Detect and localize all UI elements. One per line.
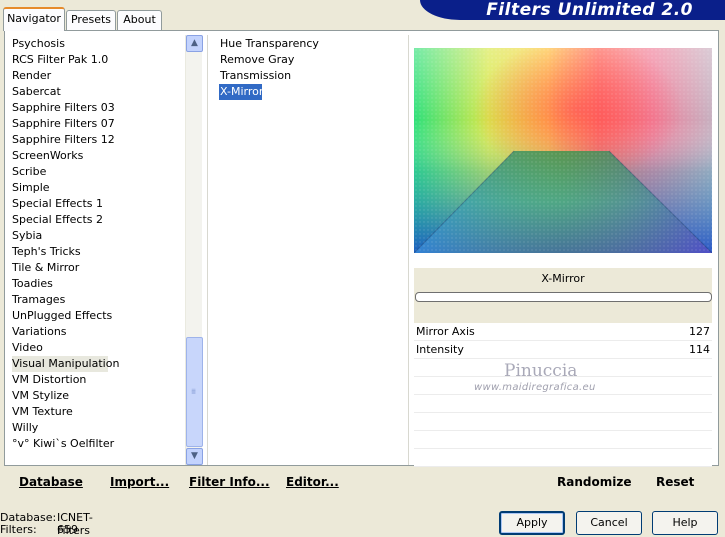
category-item[interactable]: Psychosis: [12, 36, 182, 52]
category-item[interactable]: Visual Manipulation: [12, 356, 119, 372]
help-button[interactable]: Help: [652, 511, 718, 535]
category-item[interactable]: Special Effects 2: [12, 212, 182, 228]
category-scrollbar[interactable]: ▲ ≡ ≡ ▼: [185, 35, 203, 465]
param-row: [414, 395, 712, 413]
param-value: 114: [689, 343, 710, 356]
chevron-down-icon: ▼: [191, 451, 198, 461]
category-item[interactable]: Sapphire Filters 12: [12, 132, 182, 148]
tab-presets[interactable]: Presets: [66, 10, 116, 30]
category-item[interactable]: VM Texture: [12, 404, 182, 420]
category-item[interactable]: Sabercat: [12, 84, 182, 100]
filter-item[interactable]: Hue Transparency: [219, 36, 399, 52]
category-item[interactable]: RCS Filter Pak 1.0: [12, 52, 182, 68]
category-item[interactable]: Sapphire Filters 03: [12, 100, 182, 116]
category-item[interactable]: Tramages: [12, 292, 182, 308]
preview-filter-name: X-Mirror: [541, 272, 585, 285]
category-item[interactable]: °v° Kiwi`s Oelfilter: [12, 436, 182, 452]
database-button[interactable]: Database: [19, 475, 83, 489]
category-item[interactable]: UnPlugged Effects: [12, 308, 182, 324]
tab-about[interactable]: About: [117, 10, 162, 30]
param-row-mirror-axis[interactable]: Mirror Axis 127: [414, 323, 712, 341]
filter-preview-image: [414, 48, 712, 253]
category-item[interactable]: Special Effects 1: [12, 196, 182, 212]
param-row: [414, 449, 712, 467]
apply-button[interactable]: Apply: [499, 511, 565, 535]
category-item[interactable]: Render: [12, 68, 182, 84]
randomize-button[interactable]: Randomize: [557, 475, 631, 489]
category-list[interactable]: Psychosis RCS Filter Pak 1.0 Render Saberca…: [12, 36, 182, 452]
param-row: [414, 413, 712, 431]
cancel-button[interactable]: Cancel: [576, 511, 642, 535]
category-item[interactable]: Scribe: [12, 164, 182, 180]
scroll-thumb[interactable]: ≡ ≡: [186, 337, 203, 447]
watermark-name: Pinuccia: [504, 361, 578, 381]
scroll-up-button[interactable]: ▲: [186, 35, 203, 52]
chevron-up-icon: ▲: [191, 38, 198, 48]
title-banner: Filters Unlimited 2.0: [420, 0, 725, 20]
category-item[interactable]: Willy: [12, 420, 182, 436]
param-label: Intensity: [416, 343, 464, 356]
filter-info-button[interactable]: Filter Info...: [189, 475, 270, 489]
app-title: Filters Unlimited 2.0: [486, 0, 693, 20]
filter-item[interactable]: X-Mirror: [219, 84, 263, 100]
filter-list[interactable]: Hue Transparency Remove Gray Transmission X…: [219, 36, 399, 100]
category-item[interactable]: Sybia: [12, 228, 182, 244]
param-label: Mirror Axis: [416, 325, 475, 338]
scroll-down-button[interactable]: ▼: [186, 448, 203, 465]
parameter-area: Mirror Axis 127 Intensity 114: [414, 323, 712, 467]
grip-icon: ≡ ≡: [191, 387, 197, 396]
import-button[interactable]: Import...: [110, 475, 169, 489]
param-row: [414, 431, 712, 449]
category-item[interactable]: Variations: [12, 324, 182, 340]
progress-bar: [415, 292, 712, 302]
category-item[interactable]: VM Distortion: [12, 372, 182, 388]
category-item[interactable]: ScreenWorks: [12, 148, 182, 164]
editor-button[interactable]: Editor...: [286, 475, 339, 489]
reset-button[interactable]: Reset: [656, 475, 694, 489]
divider: [207, 35, 208, 465]
category-item[interactable]: Video: [12, 340, 182, 356]
tab-navigator[interactable]: Navigator: [3, 7, 65, 31]
category-item[interactable]: Teph's Tricks: [12, 244, 182, 260]
filter-item[interactable]: Remove Gray: [219, 52, 399, 68]
param-value: 127: [689, 325, 710, 338]
category-item[interactable]: Simple: [12, 180, 182, 196]
category-item[interactable]: VM Stylize: [12, 388, 182, 404]
category-item[interactable]: Tile & Mirror: [12, 260, 182, 276]
divider: [408, 35, 409, 465]
category-item[interactable]: Toadies: [12, 276, 182, 292]
watermark-url: www.maidiregrafica.eu: [474, 382, 596, 393]
filter-item[interactable]: Transmission: [219, 68, 399, 84]
param-row-intensity[interactable]: Intensity 114: [414, 341, 712, 359]
category-item[interactable]: Sapphire Filters 07: [12, 116, 182, 132]
